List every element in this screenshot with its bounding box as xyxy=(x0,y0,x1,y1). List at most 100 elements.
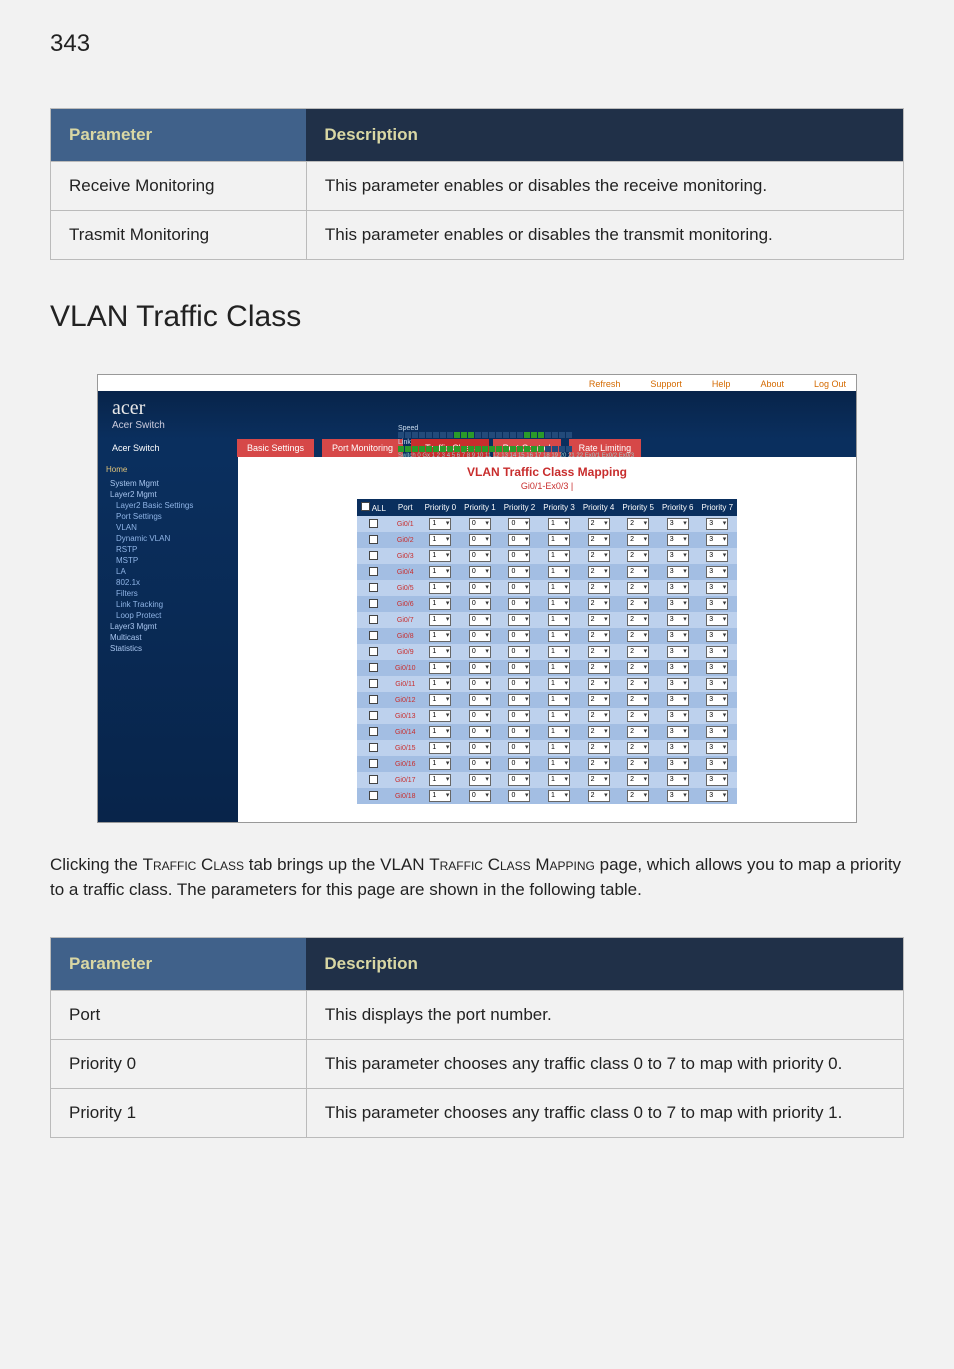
mapping-row-select[interactable]: 3 xyxy=(658,644,698,660)
select-priority[interactable]: 3 xyxy=(706,774,728,786)
mapping-row-select[interactable]: 2 xyxy=(579,676,619,692)
checkbox-icon[interactable] xyxy=(369,551,378,560)
mapping-row-select[interactable]: 2 xyxy=(618,788,658,804)
mapping-row-select[interactable]: 1 xyxy=(421,740,461,756)
select-priority[interactable]: 1 xyxy=(548,758,570,770)
mapping-row-checkbox[interactable] xyxy=(357,516,390,532)
select-priority[interactable]: 2 xyxy=(588,614,610,626)
tab-port-monitoring[interactable]: Port Monitoring xyxy=(322,439,403,457)
mapping-row-select[interactable]: 1 xyxy=(421,724,461,740)
select-priority[interactable]: 0 xyxy=(469,550,491,562)
select-priority[interactable]: 0 xyxy=(508,550,530,562)
checkbox-icon[interactable] xyxy=(369,679,378,688)
mapping-row-select[interactable]: 2 xyxy=(618,596,658,612)
select-priority[interactable]: 1 xyxy=(548,710,570,722)
mapping-row-select[interactable]: 0 xyxy=(500,788,540,804)
mapping-row-select[interactable]: 2 xyxy=(579,596,619,612)
sidebar-statistics[interactable]: Statistics xyxy=(106,643,230,654)
select-priority[interactable]: 2 xyxy=(588,534,610,546)
select-priority[interactable]: 0 xyxy=(469,758,491,770)
select-priority[interactable]: 2 xyxy=(588,566,610,578)
checkbox-icon[interactable] xyxy=(369,631,378,640)
mapping-row-select[interactable]: 2 xyxy=(618,628,658,644)
link-about[interactable]: About xyxy=(760,379,784,389)
mapping-row-select[interactable]: 1 xyxy=(421,644,461,660)
mapping-row-select[interactable]: 2 xyxy=(579,564,619,580)
select-priority[interactable]: 3 xyxy=(706,758,728,770)
select-priority[interactable]: 2 xyxy=(627,550,649,562)
mapping-row-select[interactable]: 0 xyxy=(500,756,540,772)
mapping-row-select[interactable]: 2 xyxy=(618,692,658,708)
select-priority[interactable]: 3 xyxy=(667,550,689,562)
select-priority[interactable]: 3 xyxy=(667,582,689,594)
select-priority[interactable]: 1 xyxy=(429,726,451,738)
select-priority[interactable]: 2 xyxy=(627,710,649,722)
mapping-row-select[interactable]: 0 xyxy=(500,532,540,548)
sidebar-sub-item[interactable]: RSTP xyxy=(106,544,230,555)
select-priority[interactable]: 1 xyxy=(548,566,570,578)
mapping-row-select[interactable]: 0 xyxy=(460,660,500,676)
mapping-row-select[interactable]: 1 xyxy=(539,740,579,756)
select-priority[interactable]: 2 xyxy=(588,694,610,706)
select-priority[interactable]: 0 xyxy=(469,534,491,546)
select-priority[interactable]: 2 xyxy=(588,726,610,738)
mapping-row-select[interactable]: 1 xyxy=(539,564,579,580)
mapping-row-select[interactable]: 3 xyxy=(658,676,698,692)
mapping-row-select[interactable]: 3 xyxy=(698,724,738,740)
mapping-row-select[interactable]: 1 xyxy=(421,756,461,772)
select-priority[interactable]: 0 xyxy=(508,598,530,610)
select-priority[interactable]: 2 xyxy=(588,790,610,802)
select-priority[interactable]: 2 xyxy=(588,582,610,594)
select-priority[interactable]: 2 xyxy=(588,630,610,642)
select-priority[interactable]: 0 xyxy=(508,646,530,658)
select-priority[interactable]: 1 xyxy=(548,614,570,626)
select-priority[interactable]: 3 xyxy=(706,550,728,562)
checkbox-icon[interactable] xyxy=(369,647,378,656)
select-priority[interactable]: 0 xyxy=(469,710,491,722)
select-priority[interactable]: 0 xyxy=(508,614,530,626)
select-priority[interactable]: 1 xyxy=(548,630,570,642)
mapping-row-select[interactable]: 1 xyxy=(539,612,579,628)
sidebar-layer3-mgmt[interactable]: Layer3 Mgmt xyxy=(106,621,230,632)
select-priority[interactable]: 0 xyxy=(508,678,530,690)
mapping-row-select[interactable]: 0 xyxy=(500,596,540,612)
mapping-row-select[interactable]: 0 xyxy=(500,548,540,564)
checkbox-icon[interactable] xyxy=(369,583,378,592)
select-priority[interactable]: 3 xyxy=(667,598,689,610)
mapping-row-select[interactable]: 2 xyxy=(618,756,658,772)
checkbox-icon[interactable] xyxy=(369,775,378,784)
select-priority[interactable]: 3 xyxy=(667,790,689,802)
select-priority[interactable]: 0 xyxy=(469,566,491,578)
select-priority[interactable]: 2 xyxy=(588,598,610,610)
mapping-row-select[interactable]: 1 xyxy=(421,612,461,628)
mapping-row-select[interactable]: 0 xyxy=(460,516,500,532)
mapping-row-select[interactable]: 2 xyxy=(618,740,658,756)
sidebar-sub-item[interactable]: LA xyxy=(106,566,230,577)
mapping-row-checkbox[interactable] xyxy=(357,724,390,740)
mapping-row-select[interactable]: 2 xyxy=(618,532,658,548)
mapping-row-select[interactable]: 0 xyxy=(460,756,500,772)
select-priority[interactable]: 2 xyxy=(588,758,610,770)
mapping-row-select[interactable]: 2 xyxy=(618,564,658,580)
select-priority[interactable]: 2 xyxy=(627,774,649,786)
mapping-row-select[interactable]: 0 xyxy=(500,628,540,644)
checkbox-icon[interactable] xyxy=(369,727,378,736)
mapping-row-select[interactable]: 1 xyxy=(539,708,579,724)
mapping-row-select[interactable]: 0 xyxy=(460,788,500,804)
select-priority[interactable]: 3 xyxy=(706,726,728,738)
mapping-row-select[interactable]: 3 xyxy=(698,708,738,724)
mapping-row-select[interactable]: 3 xyxy=(698,692,738,708)
select-priority[interactable]: 2 xyxy=(588,710,610,722)
mapping-row-select[interactable]: 0 xyxy=(500,644,540,660)
select-priority[interactable]: 3 xyxy=(667,710,689,722)
mapping-row-select[interactable]: 0 xyxy=(500,676,540,692)
sidebar-sub-item[interactable]: Layer2 Basic Settings xyxy=(106,500,230,511)
select-priority[interactable]: 3 xyxy=(706,790,728,802)
select-priority[interactable]: 1 xyxy=(429,614,451,626)
select-priority[interactable]: 2 xyxy=(627,614,649,626)
mapping-row-select[interactable]: 3 xyxy=(658,756,698,772)
mapping-row-select[interactable]: 0 xyxy=(500,724,540,740)
select-priority[interactable]: 1 xyxy=(429,630,451,642)
select-priority[interactable]: 0 xyxy=(469,662,491,674)
select-priority[interactable]: 0 xyxy=(469,790,491,802)
